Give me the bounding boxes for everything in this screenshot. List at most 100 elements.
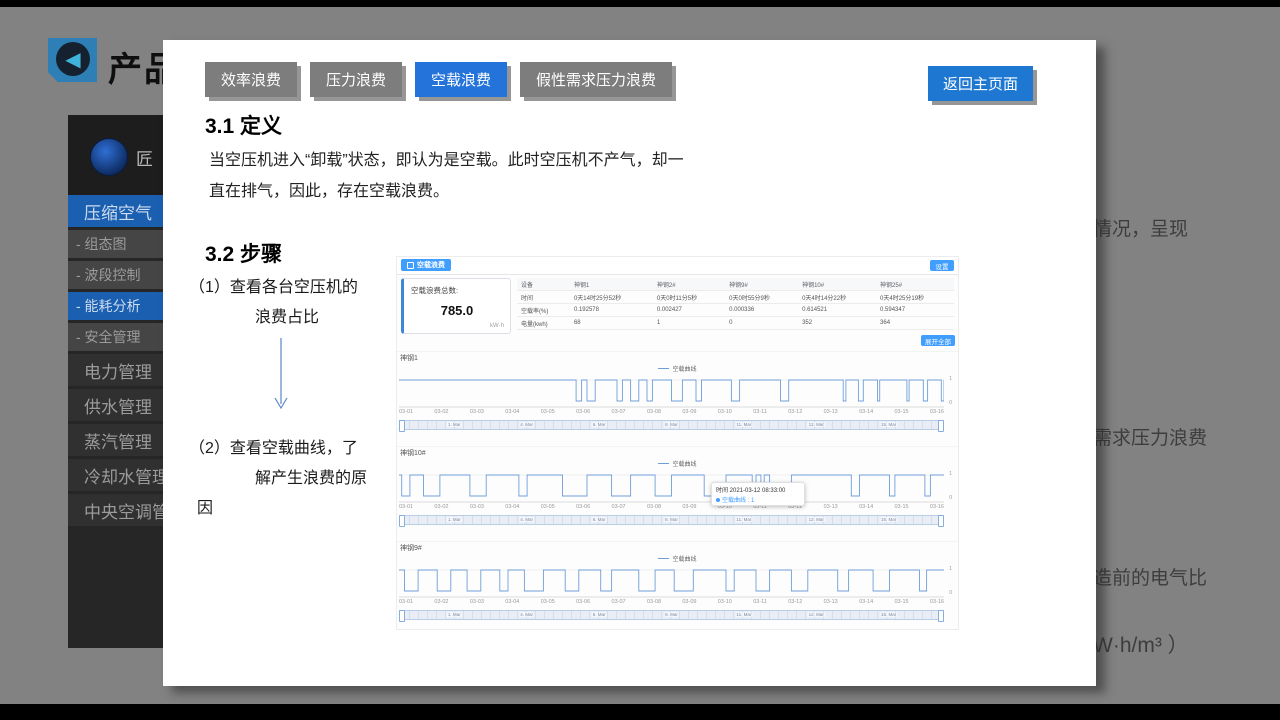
x-tick-label: 03-16 bbox=[930, 409, 944, 415]
x-tick-label: 03-03 bbox=[470, 504, 484, 510]
table-cell: 0.594347 bbox=[876, 304, 954, 317]
slider-handle-left[interactable] bbox=[399, 515, 405, 527]
sidebar-logo-text: 匠 bbox=[136, 145, 153, 170]
table-cell: 352 bbox=[798, 317, 876, 330]
legend-label: 空载曲线 bbox=[672, 364, 696, 373]
definition-line1: 当空压机进入“卸载”状态，即认为是空载。此时空压机不产气，却一 bbox=[209, 145, 739, 176]
y-axis-min-label: 0 bbox=[949, 400, 952, 406]
chart-legend[interactable]: 空载曲线 bbox=[397, 459, 958, 468]
app-logo-badge: ◀ bbox=[48, 38, 97, 82]
table-cell: 0天4时25分19秒 bbox=[876, 291, 954, 304]
chart-device-label: 神钢10# bbox=[400, 448, 426, 458]
slider-mini-label: 8. Mar bbox=[664, 612, 679, 617]
x-tick-label: 03-01 bbox=[399, 409, 413, 415]
x-tick-label: 03-08 bbox=[647, 504, 661, 510]
definition-line2: 直在排气，因此，存在空载浪费。 bbox=[209, 176, 739, 207]
slider-mini-label: 11. Mar bbox=[735, 422, 752, 427]
y-axis-max-label: 1 bbox=[949, 566, 952, 572]
tab-waste-type[interactable]: 假性需求压力浪费 bbox=[520, 62, 672, 97]
table-cell: 0 bbox=[725, 317, 798, 330]
x-tick-label: 03-05 bbox=[541, 409, 555, 415]
chart-section: 神钢9#空载曲线1003-0103-0203-0303-0403-0503-06… bbox=[397, 541, 958, 630]
table-cell: 0.000336 bbox=[725, 304, 798, 317]
table-row: 时间0天14时25分52秒0天0时11分5秒0天0时55分9秒0天4时14分22… bbox=[517, 291, 954, 304]
slider-mini-label: 11. Mar bbox=[735, 612, 752, 617]
dashboard-topbar: 空载浪费 设置 bbox=[397, 257, 958, 275]
slider-handle-left[interactable] bbox=[399, 610, 405, 622]
x-tick-label: 03-03 bbox=[470, 409, 484, 415]
x-tick-label: 03-13 bbox=[824, 504, 838, 510]
x-axis-labels: 03-0103-0203-0303-0403-0503-0603-0703-08… bbox=[399, 599, 944, 605]
table-cell: 1 bbox=[653, 317, 725, 330]
expand-all-button[interactable]: 展开全部 bbox=[921, 335, 955, 346]
device-table: 设备神钢1神钢2#神钢9#神钢10#神钢25#时间0天14时25分52秒0天0时… bbox=[517, 278, 954, 330]
back-to-main-button[interactable]: 返回主页面 bbox=[928, 66, 1033, 101]
slider-mini-label: 12. Mar bbox=[808, 612, 825, 617]
slider-mini-label: 6. Mar bbox=[592, 612, 607, 617]
table-cell: 0天0时55分9秒 bbox=[725, 291, 798, 304]
tab-waste-type[interactable]: 效率浪费 bbox=[205, 62, 297, 97]
datazoom-slider[interactable]: 1. Mar4. Mar6. Mar8. Mar11. Mar12. Mar15… bbox=[399, 610, 944, 620]
x-tick-label: 03-14 bbox=[859, 599, 873, 605]
y-axis-min-label: 0 bbox=[949, 495, 952, 501]
slider-handle-right[interactable] bbox=[938, 420, 944, 432]
step-1: （1）查看各台空压机的 浪费占比 bbox=[189, 273, 358, 333]
table-cell: 空载率(%) bbox=[517, 304, 570, 317]
step1-line2: 浪费占比 bbox=[189, 303, 358, 333]
slider-mini-label: 4. Mar bbox=[519, 422, 534, 427]
x-tick-label: 03-14 bbox=[859, 409, 873, 415]
y-axis-max-label: 1 bbox=[949, 471, 952, 477]
line-chart-plot[interactable]: 10 bbox=[399, 564, 944, 598]
slider-handle-right[interactable] bbox=[938, 610, 944, 622]
chart-device-label: 神钢1 bbox=[400, 353, 418, 363]
x-tick-label: 03-13 bbox=[824, 409, 838, 415]
chart-section: 神钢10#空载曲线1003-0103-0203-0303-0403-0503-0… bbox=[397, 446, 958, 539]
x-tick-label: 03-07 bbox=[612, 504, 626, 510]
datazoom-slider[interactable]: 1. Mar4. Mar6. Mar8. Mar11. Mar12. Mar15… bbox=[399, 515, 944, 525]
slider-mini-label: 8. Mar bbox=[664, 422, 679, 427]
slider-handle-left[interactable] bbox=[399, 420, 405, 432]
slider-handle-right[interactable] bbox=[938, 515, 944, 527]
slider-mini-label: 6. Mar bbox=[592, 422, 607, 427]
definition-heading: 3.1 定义 bbox=[205, 110, 282, 140]
line-chart-plot[interactable]: 10 bbox=[399, 469, 944, 503]
step2-line2: 解产生浪费的原 bbox=[189, 464, 367, 494]
table-header-row: 设备神钢1神钢2#神钢9#神钢10#神钢25# bbox=[517, 278, 954, 291]
x-tick-label: 03-06 bbox=[576, 409, 590, 415]
slider-mini-label: 1. Mar bbox=[447, 612, 462, 617]
x-tick-label: 03-15 bbox=[895, 504, 909, 510]
chart-legend[interactable]: 空载曲线 bbox=[397, 364, 958, 373]
slider-mini-label: 11. Mar bbox=[735, 517, 752, 522]
x-tick-label: 03-04 bbox=[505, 409, 519, 415]
table-cell: 0天4时14分22秒 bbox=[798, 291, 876, 304]
total-waste-card: 空载浪费总数: 785.0 kW·h bbox=[401, 278, 511, 334]
table-header-cell: 设备 bbox=[517, 278, 570, 291]
x-tick-label: 03-07 bbox=[612, 599, 626, 605]
slider-mini-label: 4. Mar bbox=[519, 612, 534, 617]
slider-mini-label: 1. Mar bbox=[447, 422, 462, 427]
x-tick-label: 03-14 bbox=[859, 504, 873, 510]
tooltip-series: 空载曲线 : 1 bbox=[716, 495, 800, 504]
x-tick-label: 03-11 bbox=[753, 599, 767, 605]
slider-mini-label: 15. Mar bbox=[880, 422, 897, 427]
line-chart-plot[interactable]: 10 bbox=[399, 374, 944, 408]
table-cell: 0.192578 bbox=[570, 304, 653, 317]
tab-waste-type[interactable]: 压力浪费 bbox=[310, 62, 402, 97]
tab-waste-type[interactable]: 空载浪费 bbox=[415, 62, 507, 97]
step1-line1: （1）查看各台空压机的 bbox=[189, 273, 358, 303]
x-tick-label: 03-08 bbox=[647, 599, 661, 605]
x-tick-label: 03-15 bbox=[895, 599, 909, 605]
datazoom-slider[interactable]: 1. Mar4. Mar6. Mar8. Mar11. Mar12. Mar15… bbox=[399, 420, 944, 430]
background-clipped-text: W·h/m³ ） bbox=[1093, 629, 1189, 659]
panel-title-chip: 空载浪费 bbox=[401, 259, 451, 271]
total-card-value: 785.0 bbox=[404, 303, 510, 318]
step2-line1: （2）查看空载曲线，了 bbox=[189, 434, 367, 464]
screenshot-root: { "page": { "title": "产品" }, "sidebar": … bbox=[0, 0, 1280, 720]
bottom-black-bar bbox=[0, 704, 1280, 720]
chart-legend[interactable]: 空载曲线 bbox=[397, 554, 958, 563]
settings-button[interactable]: 设置 bbox=[930, 260, 954, 271]
x-tick-label: 03-09 bbox=[682, 599, 696, 605]
legend-label: 空载曲线 bbox=[672, 459, 696, 468]
x-tick-label: 03-06 bbox=[576, 504, 590, 510]
x-tick-label: 03-16 bbox=[930, 504, 944, 510]
